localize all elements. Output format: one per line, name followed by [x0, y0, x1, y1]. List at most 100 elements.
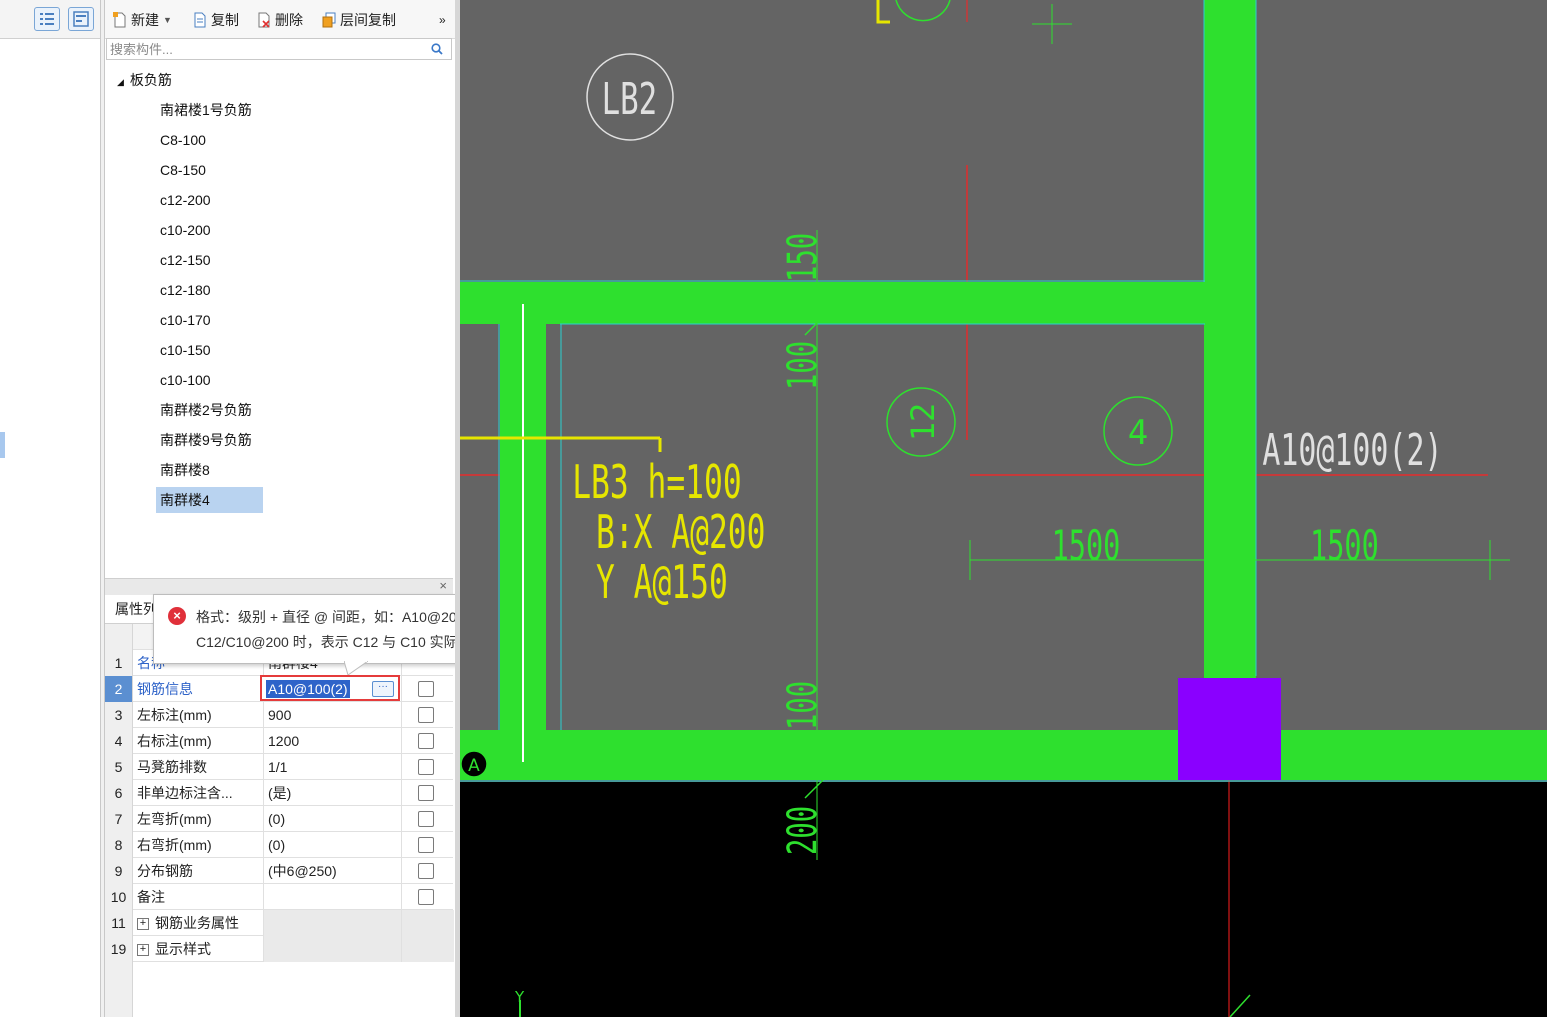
property-checkbox[interactable]	[418, 889, 434, 905]
cad-label-dim2: 1500	[1310, 523, 1379, 571]
property-row[interactable]: 9 分布钢筋 (中6@250)	[105, 858, 453, 884]
rebar-info-editor[interactable]: A10@100(2) ···	[260, 675, 400, 701]
property-name: 分布钢筋	[137, 863, 193, 879]
tree-item[interactable]: C8-150	[160, 158, 206, 182]
search-icon[interactable]	[431, 43, 443, 55]
cad-label-circle4: 4	[1128, 413, 1148, 453]
property-row[interactable]: 7 左弯折(mm) (0)	[105, 806, 453, 832]
property-checkbox[interactable]	[418, 863, 434, 879]
property-group-label: 钢筋业务属性	[155, 915, 239, 931]
row-number: 5	[105, 754, 133, 780]
floor-copy-label: 层间复制	[340, 12, 396, 28]
row-number: 7	[105, 806, 133, 832]
tree-item[interactable]: 南群楼8	[160, 458, 210, 482]
cad-label-y: Y A@150	[596, 556, 728, 610]
property-row[interactable]: 4 右标注(mm) 1200	[105, 728, 453, 754]
tooltip-pointer	[344, 661, 368, 675]
floor-copy-icon	[322, 12, 336, 28]
property-row[interactable]: 10 备注	[105, 884, 453, 910]
expand-icon[interactable]: +	[137, 918, 149, 931]
property-value	[263, 910, 406, 936]
row-number-filler	[105, 962, 133, 1017]
cad-drawing: LB2 LB3 h=100 B:X A@200 Y A@150 A10@100(…	[460, 0, 1547, 1017]
expand-icon[interactable]: +	[137, 944, 149, 957]
selection-marker	[0, 432, 5, 458]
list-view-icon	[40, 13, 54, 25]
property-name: 马凳筋排数	[137, 759, 207, 775]
cad-canvas[interactable]: LB2 LB3 h=100 B:X A@200 Y A@150 A10@100(…	[460, 0, 1547, 1017]
cad-out-of-slab-region	[460, 782, 1547, 1017]
row-number: 2	[105, 676, 133, 702]
tree-item[interactable]: 南群楼2号负筋	[160, 398, 252, 422]
property-value[interactable]: (中6@250)	[263, 858, 406, 884]
cad-label-v150: 150	[780, 233, 827, 282]
property-row[interactable]: 6 非单边标注含... (是)	[105, 780, 453, 806]
tree-root[interactable]: ◢ 板负筋	[117, 68, 172, 92]
property-check-cell	[401, 754, 454, 780]
new-button[interactable]: 新建 ▼	[113, 10, 172, 30]
detail-view-button[interactable]	[68, 7, 94, 31]
property-group-row[interactable]: 11 + 钢筋业务属性	[105, 910, 454, 936]
tree-item[interactable]: c12-200	[160, 188, 211, 212]
property-name: 右标注(mm)	[137, 733, 212, 749]
cad-label-dim1: 1500	[1052, 523, 1121, 571]
copy-icon	[193, 12, 207, 28]
property-value[interactable]: 900	[263, 702, 406, 728]
ellipsis-button[interactable]: ···	[372, 681, 394, 697]
tree-item[interactable]: c12-150	[160, 248, 211, 272]
list-view-button[interactable]	[34, 7, 60, 31]
floor-copy-button[interactable]: 层间复制	[322, 10, 396, 30]
close-icon[interactable]: ×	[439, 578, 447, 593]
cad-beam	[1204, 0, 1256, 730]
property-checkbox[interactable]	[418, 733, 434, 749]
tree-item[interactable]: c12-180	[160, 278, 211, 302]
header-corner	[105, 624, 133, 650]
toolbar-more-icon[interactable]: »	[439, 10, 446, 30]
new-dropdown-icon[interactable]: ▼	[163, 15, 172, 25]
property-check-cell	[401, 910, 454, 936]
tree-item[interactable]: c10-200	[160, 218, 211, 242]
property-value[interactable]: 1200	[263, 728, 406, 754]
tree-item[interactable]: c10-150	[160, 338, 211, 362]
tree-item[interactable]: 南裙楼1号负筋	[160, 98, 252, 122]
rebar-info-input[interactable]: A10@100(2)	[266, 680, 350, 698]
component-toolbar: 新建 ▼ 复制 删除 层间复制 »	[105, 0, 455, 39]
property-checkbox[interactable]	[418, 811, 434, 827]
tree-item[interactable]: 南群楼9号负筋	[160, 428, 252, 452]
delete-button[interactable]: 删除	[257, 10, 303, 30]
cad-label-v200: 200	[780, 806, 827, 855]
property-name: 左弯折(mm)	[137, 811, 212, 827]
property-value[interactable]: (0)	[263, 832, 406, 858]
tree-item[interactable]: c10-170	[160, 308, 211, 332]
property-row[interactable]: 3 左标注(mm) 900	[105, 702, 453, 728]
property-check-cell	[401, 728, 454, 754]
property-check-cell	[401, 858, 454, 884]
property-checkbox[interactable]	[418, 759, 434, 775]
property-value[interactable]: (是)	[263, 780, 406, 806]
search-input[interactable]	[107, 39, 413, 59]
property-name: 非单边标注含...	[137, 785, 233, 801]
collapse-icon[interactable]: ◢	[117, 77, 124, 87]
copy-button[interactable]: 复制	[193, 10, 239, 30]
property-check-cell	[401, 884, 454, 910]
row-number: 11	[105, 910, 133, 936]
property-checkbox[interactable]	[418, 785, 434, 801]
property-group-row[interactable]: 19 + 显示样式	[105, 936, 454, 962]
view-toolbar	[0, 0, 100, 39]
property-value[interactable]: (0)	[263, 806, 406, 832]
property-checkbox[interactable]	[418, 837, 434, 853]
tree-item[interactable]: C8-100	[160, 128, 206, 152]
property-row[interactable]: 5 马凳筋排数 1/1	[105, 754, 453, 780]
property-checkbox[interactable]	[418, 707, 434, 723]
property-value[interactable]: 1/1	[263, 754, 406, 780]
row-number: 8	[105, 832, 133, 858]
property-name: 备注	[137, 889, 165, 905]
row-number: 1	[105, 650, 133, 676]
tree-item[interactable]: c10-100	[160, 368, 211, 392]
cad-label-v100a: 100	[780, 341, 827, 390]
property-row[interactable]: 8 右弯折(mm) (0)	[105, 832, 453, 858]
property-value	[263, 936, 406, 962]
property-value[interactable]	[263, 884, 406, 910]
property-checkbox[interactable]	[418, 681, 434, 697]
tree-item-selected[interactable]: 南群楼4	[156, 487, 263, 513]
